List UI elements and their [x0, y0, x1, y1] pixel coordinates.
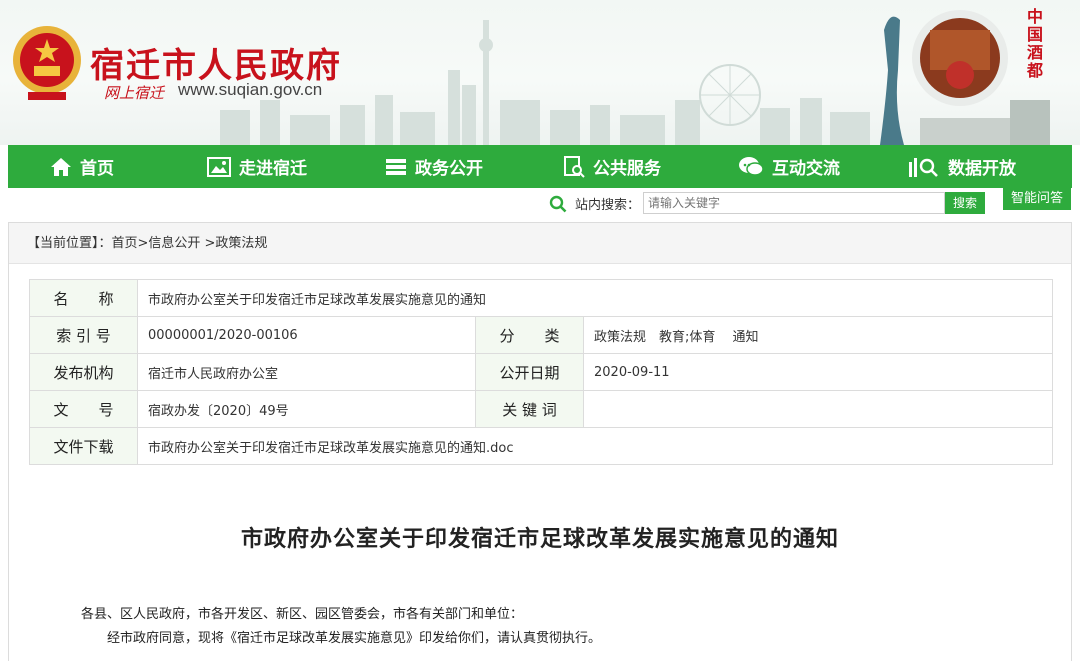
home-icon — [51, 157, 71, 176]
breadcrumb-path[interactable]: 首页>信息公开 >政策法规 — [112, 236, 268, 251]
meta-row-download: 文件下载 市政府办公室关于印发宿迁市足球改革发展实施意见的通知.doc — [29, 427, 1053, 465]
meta-value-index: 00000001/2020-00106 — [137, 316, 476, 354]
nav-item-home[interactable]: 首页 — [50, 145, 114, 188]
meta-row-docno: 文 号 宿政办发〔2020〕49号 关 键 词 — [29, 390, 1053, 428]
search-label: 站内搜索： — [575, 198, 641, 213]
search-input[interactable] — [643, 192, 945, 214]
meta-value-docno: 宿政办发〔2020〕49号 — [137, 390, 476, 428]
meta-label-name: 名 称 — [29, 279, 138, 317]
document-addressee: 各县、区人民政府，市各开发区、新区、园区管委会，市各有关部门和单位： — [81, 607, 524, 622]
nav-label: 互动交流 — [772, 159, 840, 179]
document-search-icon — [564, 155, 585, 178]
wine-capital-tag: 中国酒都 — [1026, 7, 1043, 80]
header-banner: 宿迁市人民政府 网上宿迁 www.suqian.gov.cn 中国酒都 — [0, 0, 1080, 145]
picture-icon — [207, 156, 231, 177]
data-search-icon — [909, 157, 938, 177]
nav-label: 公共服务 — [593, 159, 661, 179]
search-icon — [549, 195, 567, 213]
nav-label: 首页 — [80, 159, 114, 179]
meta-row-name: 名 称 市政府办公室关于印发宿迁市足球改革发展实施意见的通知 — [29, 279, 1053, 317]
meta-row-index: 索 引 号 00000001/2020-00106 分 类 政策法规 教育;体育… — [29, 316, 1053, 354]
list-icon — [386, 158, 406, 175]
search-button[interactable]: 搜索 — [945, 192, 985, 214]
nav-item-open-data[interactable]: 数据开放 — [908, 145, 1016, 188]
slogan: 网上宿迁 — [104, 84, 165, 102]
meta-label-org: 发布机构 — [29, 353, 138, 391]
document-body-paragraph: 经市政府同意，现将《宿迁市足球改革发展实施意见》印发给你们，请认真贯彻执行。 — [107, 631, 602, 646]
breadcrumb: 【当前位置】：首页>信息公开 >政策法规 — [9, 223, 1071, 264]
nav-label: 政务公开 — [415, 159, 483, 179]
meta-label-docno: 文 号 — [29, 390, 138, 428]
search-row: 站内搜索： 搜索 智能问答 — [0, 188, 1080, 220]
meta-label-index: 索 引 号 — [29, 316, 138, 354]
breadcrumb-prefix: 【当前位置】： — [27, 236, 112, 251]
nav-item-public-service[interactable]: 公共服务 — [563, 145, 661, 188]
national-emblem-icon — [13, 26, 81, 100]
nav-item-interaction[interactable]: 互动交流 — [738, 145, 840, 188]
meta-value-org: 宿迁市人民政府办公室 — [137, 353, 476, 391]
download-link[interactable]: 市政府办公室关于印发宿迁市足球改革发展实施意见的通知.doc — [137, 427, 1053, 465]
document-meta-table: 名 称 市政府办公室关于印发宿迁市足球改革发展实施意见的通知 索 引 号 000… — [29, 279, 1053, 465]
chat-icon — [739, 156, 764, 176]
content-frame: 【当前位置】：首页>信息公开 >政策法规 名 称 市政府办公室关于印发宿迁市足球… — [8, 222, 1072, 661]
smart-qa-button[interactable]: 智能问答 — [1003, 188, 1071, 210]
site-url: www.suqian.gov.cn — [178, 80, 323, 99]
nav-item-about[interactable]: 走进宿迁 — [207, 145, 307, 188]
statue-illustration — [880, 10, 1050, 145]
meta-label-date: 公开日期 — [475, 353, 584, 391]
meta-row-org: 发布机构 宿迁市人民政府办公室 公开日期 2020-09-11 — [29, 353, 1053, 391]
meta-value-date: 2020-09-11 — [583, 353, 1053, 391]
meta-value-category: 政策法规 教育;体育 通知 — [583, 316, 1053, 354]
meta-label-keyword: 关 键 词 — [475, 390, 584, 428]
meta-label-download: 文件下载 — [29, 427, 138, 465]
nav-label: 走进宿迁 — [239, 159, 307, 179]
nav-item-gov-affairs[interactable]: 政务公开 — [385, 145, 483, 188]
nav-label: 数据开放 — [948, 159, 1016, 179]
document-title: 市政府办公室关于印发宿迁市足球改革发展实施意见的通知 — [240, 526, 839, 552]
meta-value-keyword — [583, 390, 1053, 428]
main-nav: 首页 走进宿迁 政务公开 公共服务 互动交流 数据开放 — [8, 145, 1072, 188]
meta-value-name: 市政府办公室关于印发宿迁市足球改革发展实施意见的通知 — [137, 279, 1053, 317]
meta-label-category: 分 类 — [475, 316, 584, 354]
